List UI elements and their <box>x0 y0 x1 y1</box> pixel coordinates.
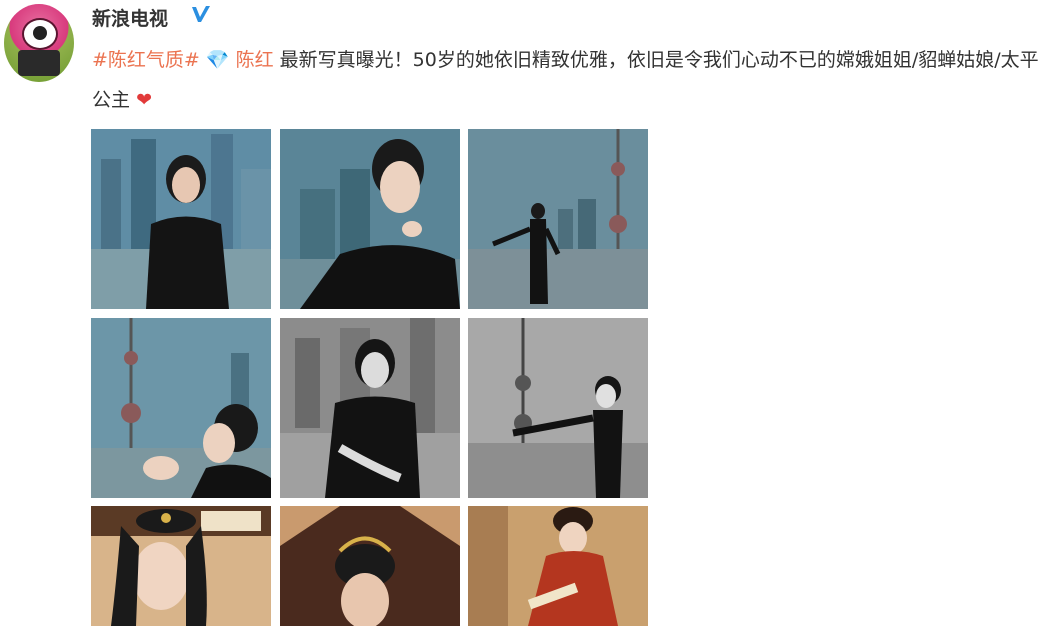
photo-thumbnail[interactable] <box>91 129 271 309</box>
mention-link[interactable]: 陈红 <box>236 49 274 71</box>
heart-icon: ❤ <box>136 89 152 111</box>
tv-icon <box>18 50 60 76</box>
verified-icon <box>192 6 210 22</box>
photo-thumbnail[interactable] <box>91 506 271 626</box>
topic-tag[interactable]: #陈红气质# <box>92 49 200 71</box>
photo-thumbnail[interactable] <box>91 318 271 498</box>
photo-thumbnail[interactable] <box>468 506 648 626</box>
photo-thumbnail[interactable] <box>280 129 460 309</box>
photo-thumbnail[interactable] <box>280 506 460 626</box>
photo-grid <box>91 129 651 626</box>
photo-thumbnail[interactable] <box>468 318 648 498</box>
username[interactable]: 新浪电视 <box>92 4 168 31</box>
photo-thumbnail[interactable] <box>468 129 648 309</box>
post-text: #陈红气质# 💎 陈红 最新写真曝光！50岁的她依旧精致优雅，依旧是令我们心动不… <box>92 40 1042 120</box>
eye-icon <box>22 18 58 50</box>
post-body: 最新写真曝光！50岁的她依旧精致优雅，依旧是令我们心动不已的嫦娥姐姐/貂蝉姑娘/… <box>92 49 1039 111</box>
diamond-icon: 💎 <box>205 49 230 71</box>
avatar[interactable] <box>4 4 74 82</box>
photo-thumbnail[interactable] <box>280 318 460 498</box>
